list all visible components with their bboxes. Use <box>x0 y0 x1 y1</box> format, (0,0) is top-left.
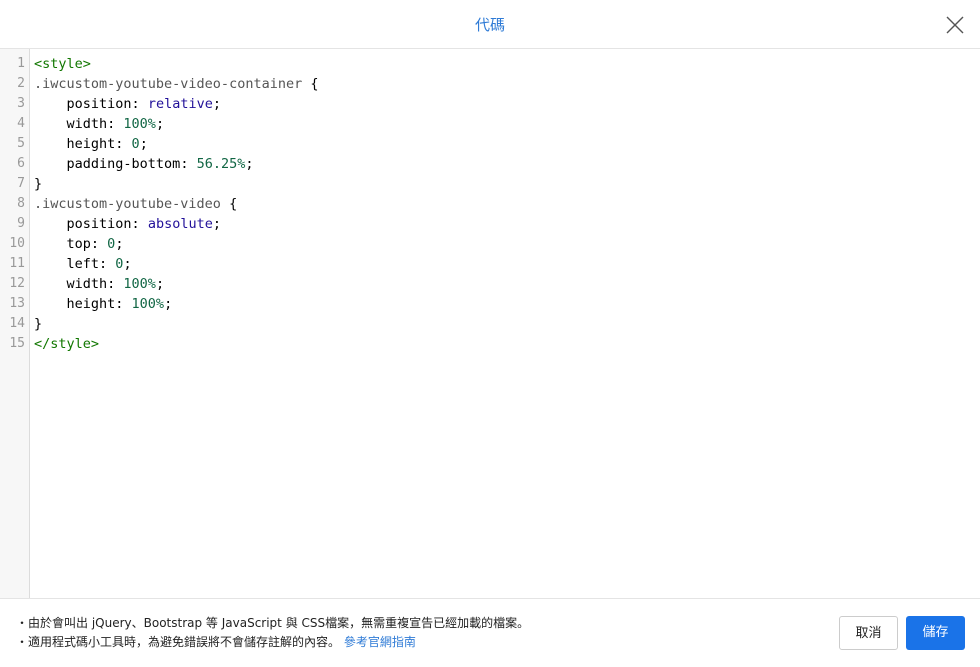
code-token: 56.25% <box>196 156 246 172</box>
code-token: : <box>131 216 148 232</box>
code-token: { <box>220 196 238 212</box>
code-token: : <box>131 96 148 112</box>
code-token: <style> <box>34 56 91 72</box>
line-number-gutter: 1 2 3 4 5 6 7 8 9 10 11 12 13 14 15 <box>0 49 30 598</box>
notes: ・由於會叫出 jQuery、Bootstrap 等 JavaScript 與 C… <box>16 614 529 652</box>
code-token: : <box>90 236 108 252</box>
dialog-footer: ・由於會叫出 jQuery、Bootstrap 等 JavaScript 與 C… <box>0 600 980 667</box>
code-token: padding-bottom <box>34 156 181 172</box>
code-token: } <box>34 316 43 332</box>
code-token: position <box>34 96 132 112</box>
code-line: .iwcustom-youtube-video-container { <box>34 74 980 94</box>
code-area[interactable]: <style> .iwcustom-youtube-video-container… <box>30 49 980 598</box>
code-token: ; <box>139 136 148 152</box>
code-token: width <box>34 116 108 132</box>
code-dialog: 代碼 1 2 3 4 5 6 7 8 9 10 11 12 13 14 15 <style> .iwcusto… <box>0 0 980 667</box>
code-line: .iwcustom-youtube-video { <box>34 194 980 214</box>
line-number: 13 <box>9 296 25 311</box>
note-comments: ・適用程式碼小工具時，為避免錯誤將不會儲存註解的內容。 參考官網指南 <box>16 633 529 652</box>
code-token: : <box>107 116 124 132</box>
code-line: <style> <box>34 54 980 74</box>
code-token: ; <box>155 276 165 292</box>
line-number: 1 <box>17 56 25 71</box>
line-number: 14 <box>9 316 25 331</box>
code-line: position: absolute; <box>34 214 980 234</box>
cancel-button[interactable]: 取消 <box>839 616 898 650</box>
code-token: ; <box>212 96 221 112</box>
line-number: 15 <box>9 336 25 351</box>
code-token: ; <box>164 296 173 312</box>
code-token: width <box>34 276 108 292</box>
code-line: } <box>34 314 980 334</box>
dialog-header: 代碼 <box>0 0 980 49</box>
code-line: width: 100%; <box>34 274 980 294</box>
line-number: 3 <box>17 96 25 111</box>
code-editor[interactable]: 1 2 3 4 5 6 7 8 9 10 11 12 13 14 15 <style> .iwcustom-y… <box>0 49 980 599</box>
code-token: position <box>34 216 132 232</box>
guide-link[interactable]: 參考官網指南 <box>344 635 416 649</box>
code-token: : <box>180 156 197 172</box>
line-number: 12 <box>9 276 25 291</box>
line-number: 6 <box>17 156 25 171</box>
code-token: .iwcustom-youtube-video <box>34 196 221 212</box>
code-token: top <box>34 236 91 252</box>
code-token: { <box>302 76 319 92</box>
code-line: height: 0; <box>34 134 980 154</box>
code-token: relative <box>147 96 213 112</box>
line-number: 7 <box>17 176 25 191</box>
code-token: 100% <box>123 116 156 132</box>
close-icon <box>946 16 964 34</box>
code-token: : <box>107 276 124 292</box>
close-button[interactable] <box>944 14 966 36</box>
code-token: : <box>99 256 116 272</box>
code-line: top: 0; <box>34 234 980 254</box>
code-token: : <box>115 296 132 312</box>
code-line: </style> <box>34 334 980 354</box>
line-number: 10 <box>9 236 25 251</box>
code-token: ; <box>115 236 124 252</box>
code-line: left: 0; <box>34 254 980 274</box>
code-token: 0 <box>131 136 140 152</box>
code-line: position: relative; <box>34 94 980 114</box>
line-number: 11 <box>9 256 25 271</box>
line-number: 8 <box>17 196 25 211</box>
code-token: } <box>34 176 43 192</box>
code-token: height <box>34 296 116 312</box>
note-comments-text: ・適用程式碼小工具時，為避免錯誤將不會儲存註解的內容。 <box>16 635 341 649</box>
code-token: height <box>34 136 116 152</box>
line-number: 9 <box>17 216 25 231</box>
code-token: left <box>34 256 100 272</box>
code-token: .iwcustom-youtube-video-container <box>34 76 303 92</box>
code-token: : <box>115 136 132 152</box>
line-number: 2 <box>17 76 25 91</box>
code-token: absolute <box>147 216 213 232</box>
code-line: } <box>34 174 980 194</box>
dialog-title: 代碼 <box>474 16 505 34</box>
code-token: 100% <box>131 296 165 312</box>
note-dependencies: ・由於會叫出 jQuery、Bootstrap 等 JavaScript 與 C… <box>16 616 530 630</box>
code-token: ; <box>245 156 254 172</box>
line-number: 5 <box>17 136 25 151</box>
code-token: ; <box>123 256 132 272</box>
code-line: width: 100%; <box>34 114 980 134</box>
code-line: padding-bottom: 56.25%; <box>34 154 980 174</box>
code-token: ; <box>212 216 221 232</box>
code-token: </style> <box>34 336 100 352</box>
save-button[interactable]: 儲存 <box>906 616 965 650</box>
code-token: 100% <box>123 276 156 292</box>
code-line: height: 100%; <box>34 294 980 314</box>
line-number: 4 <box>17 116 25 131</box>
code-token: ; <box>155 116 165 132</box>
